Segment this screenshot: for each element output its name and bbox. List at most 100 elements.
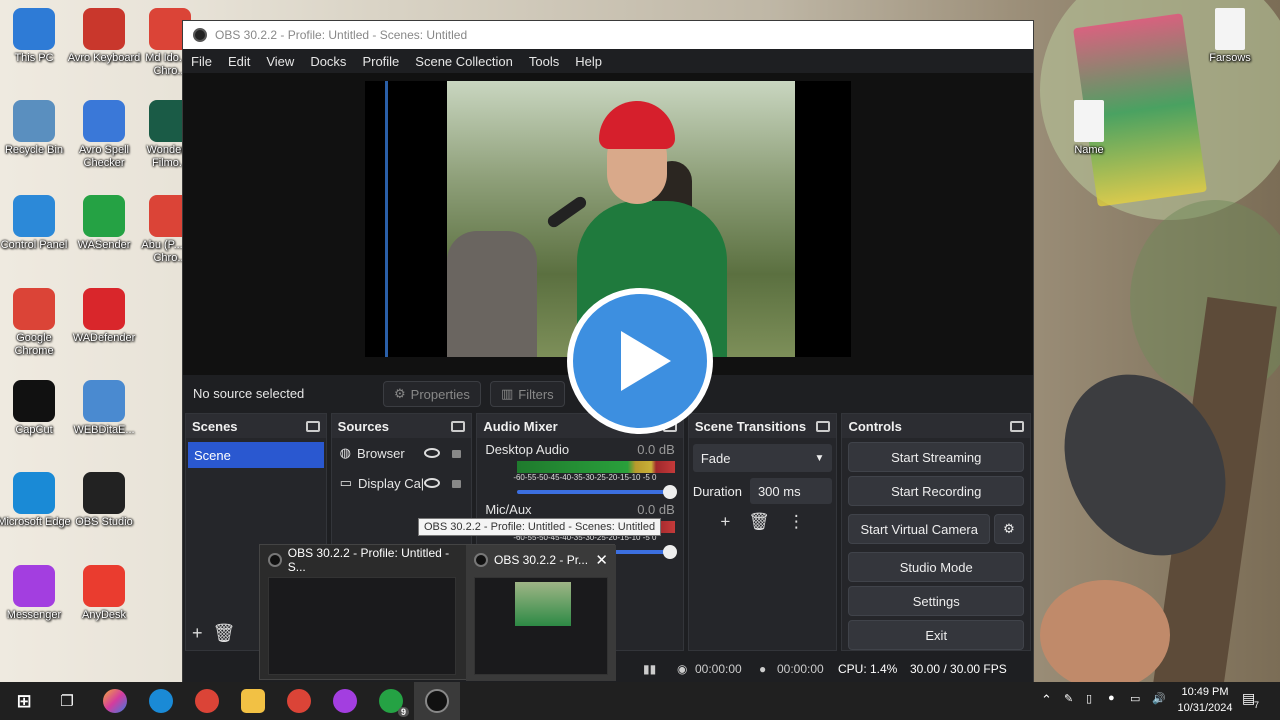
play-button[interactable] bbox=[567, 288, 713, 434]
signal-icon: ▮▮ bbox=[643, 662, 657, 676]
scene-transitions-dock: Scene Transitions Fade ▼ Duration 300 ms… bbox=[687, 413, 838, 651]
volume-icon[interactable]: 🔊 bbox=[1152, 692, 1166, 705]
edge-icon[interactable] bbox=[149, 689, 173, 713]
messenger-icon[interactable] bbox=[333, 689, 357, 713]
desktop-icon[interactable]: OBS Studio bbox=[66, 472, 142, 529]
gear-icon: ⚙ bbox=[1003, 521, 1015, 536]
desktop-icon-farsows[interactable]: Farsows bbox=[1192, 8, 1268, 65]
eye-icon[interactable] bbox=[423, 478, 440, 488]
source-item-browser[interactable]: ◍ Browser bbox=[332, 438, 472, 468]
desktop-icon[interactable]: AnyDesk bbox=[66, 565, 142, 622]
eye-icon[interactable] bbox=[423, 448, 440, 458]
menu-scene-collection[interactable]: Scene Collection bbox=[415, 54, 513, 69]
desktop-icon[interactable]: WADefender bbox=[66, 288, 142, 345]
whatsapp-icon[interactable]: 9 bbox=[379, 689, 409, 717]
desktop-icon[interactable]: WASender bbox=[66, 195, 142, 252]
edge-icon bbox=[13, 472, 55, 514]
desktop-icon[interactable]: WEBDitaE... bbox=[66, 380, 142, 437]
menu-tools[interactable]: Tools bbox=[529, 54, 559, 69]
desktop-icon-label: Avro Spell Checker bbox=[79, 144, 129, 169]
menu-profile[interactable]: Profile bbox=[362, 54, 399, 69]
close-icon[interactable]: ✕ bbox=[595, 551, 608, 569]
trash-icon[interactable]: 🗑 bbox=[748, 512, 770, 532]
desktop-icon[interactable]: This PC bbox=[0, 8, 72, 65]
notification-count: 7 bbox=[1254, 700, 1260, 710]
volume-meter bbox=[517, 461, 675, 473]
clock-time[interactable]: 10:49 PM bbox=[1180, 686, 1230, 698]
microphone-icon[interactable]: ● bbox=[1108, 692, 1115, 704]
add-icon[interactable]: + bbox=[720, 512, 730, 532]
duration-label: Duration bbox=[692, 483, 742, 499]
thumbnail-window-1[interactable]: OBS 30.2.2 - Profile: Untitled - S... bbox=[260, 545, 466, 681]
menu-edit[interactable]: Edit bbox=[228, 54, 250, 69]
start-streaming-button[interactable]: Start Streaming bbox=[848, 442, 1024, 472]
chevron-down-icon: ▼ bbox=[814, 452, 825, 464]
avro-keyboard-icon bbox=[83, 8, 125, 50]
menu-docks[interactable]: Docks bbox=[310, 54, 346, 69]
filters-button[interactable]: ▥ Filters bbox=[490, 381, 565, 407]
desktop-icon[interactable]: CapCut bbox=[0, 380, 72, 437]
file-explorer-icon[interactable] bbox=[241, 689, 265, 713]
duration-input[interactable]: 300 ms bbox=[749, 478, 833, 504]
start-recording-button[interactable]: Start Recording bbox=[848, 476, 1024, 506]
channel-name: Mic/Aux bbox=[485, 502, 532, 517]
desktop-icon-label: AnyDesk bbox=[81, 609, 127, 621]
virtual-camera-settings-button[interactable]: ⚙ bbox=[994, 514, 1024, 544]
channel-db: 0.0 dB bbox=[637, 442, 675, 457]
desktop-icon-label: CapCut bbox=[15, 424, 53, 436]
lock-icon[interactable] bbox=[451, 480, 461, 488]
transition-select[interactable]: Fade ▼ bbox=[692, 444, 833, 472]
undock-icon[interactable] bbox=[305, 420, 320, 432]
thumbnail-window-2[interactable]: OBS 30.2.2 - Pr... ✕ bbox=[466, 545, 616, 681]
thumbnail-preview bbox=[268, 577, 456, 675]
network-icon[interactable]: ▭ bbox=[1130, 692, 1140, 705]
undock-icon[interactable] bbox=[451, 420, 466, 432]
control-panel-icon bbox=[13, 195, 55, 237]
chrome-icon[interactable] bbox=[287, 689, 311, 713]
avro-spell-icon bbox=[83, 100, 125, 142]
chrome-icon[interactable] bbox=[195, 689, 219, 713]
pen-icon[interactable]: ✎ bbox=[1064, 692, 1073, 705]
scene-item[interactable]: Scene bbox=[188, 442, 324, 468]
more-icon[interactable]: ⋮ bbox=[788, 512, 805, 532]
desktop-icon[interactable]: Avro Keyboard bbox=[66, 8, 142, 65]
volume-slider[interactable] bbox=[517, 485, 677, 499]
menu-help[interactable]: Help bbox=[575, 54, 602, 69]
studio-mode-button[interactable]: Studio Mode bbox=[848, 552, 1024, 582]
task-view-icon[interactable]: ❐ bbox=[55, 689, 79, 713]
undock-icon[interactable] bbox=[1010, 420, 1024, 432]
properties-button[interactable]: ⚙ Properties bbox=[383, 381, 481, 407]
menu-file[interactable]: File bbox=[191, 54, 212, 69]
lock-icon[interactable] bbox=[451, 450, 461, 458]
taskbar-thumbnail-popup: OBS 30.2.2 - Profile: Untitled - S... OB… bbox=[259, 544, 616, 681]
desktop-icon[interactable]: Avro Spell Checker bbox=[66, 100, 142, 170]
obs-taskbar-active[interactable] bbox=[414, 682, 460, 720]
desktop-icon[interactable]: Microsoft Edge bbox=[0, 472, 72, 529]
desktop-icon-label: WASender bbox=[77, 239, 131, 251]
desktop-icon[interactable]: Control Panel bbox=[0, 195, 72, 252]
undock-icon[interactable] bbox=[816, 420, 831, 432]
chrome-icon bbox=[13, 288, 55, 330]
trash-icon[interactable]: 🗑 bbox=[213, 623, 236, 644]
menu-view[interactable]: View bbox=[266, 54, 294, 69]
mixer-channel-desktop: Desktop Audio 0.0 dB -60-55-50-45-40-35-… bbox=[477, 438, 683, 499]
desktop-icon[interactable]: Google Chrome bbox=[0, 288, 72, 358]
desktop-icon[interactable]: Recycle Bin bbox=[0, 100, 72, 157]
desktop-icon-name[interactable]: Name bbox=[1051, 100, 1127, 157]
clock-date[interactable]: 10/31/2024 bbox=[1176, 702, 1234, 714]
settings-button[interactable]: Settings bbox=[848, 586, 1024, 616]
exit-button[interactable]: Exit bbox=[848, 620, 1024, 650]
obs-titlebar[interactable]: OBS 30.2.2 - Profile: Untitled - Scenes:… bbox=[183, 21, 1033, 49]
desktop-icon-label: OBS Studio bbox=[75, 516, 133, 528]
obs-icon bbox=[83, 472, 125, 514]
copilot-icon[interactable] bbox=[103, 689, 127, 713]
windows-start-icon[interactable]: ⊞ bbox=[12, 689, 36, 713]
source-item-display-capture[interactable]: ▭ Display Ca| bbox=[332, 468, 472, 498]
add-icon[interactable]: + bbox=[192, 623, 203, 644]
desktop-icon[interactable]: Messenger bbox=[0, 565, 72, 622]
cpu-usage: CPU: 1.4% bbox=[838, 662, 898, 676]
stream-time: 00:00:00 bbox=[695, 662, 742, 676]
start-virtual-camera-button[interactable]: Start Virtual Camera bbox=[848, 514, 990, 544]
usb-icon[interactable]: ▯ bbox=[1086, 692, 1092, 705]
tray-overflow-icon[interactable]: ⌃ bbox=[1041, 692, 1052, 708]
